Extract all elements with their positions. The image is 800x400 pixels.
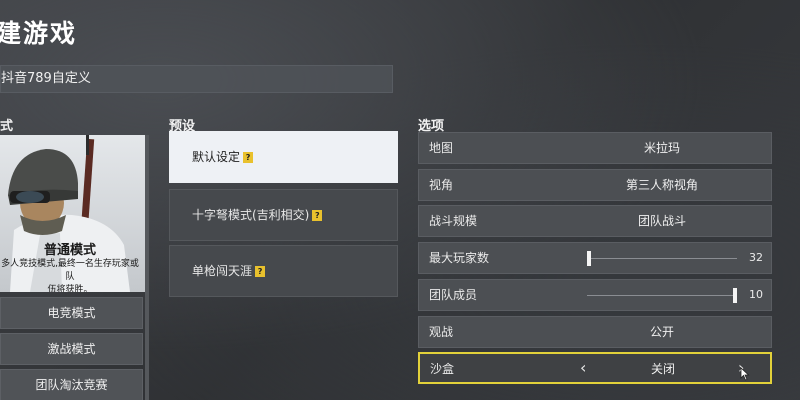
option-perspective[interactable]: 视角 第三人称视角 — [418, 169, 772, 201]
mode-card-normal[interactable]: 普通模式 多人竞技模式,最终一名生存玩家或队 伍将获胜。 — [0, 135, 145, 292]
mode-card-title: 普通模式 — [43, 243, 96, 258]
help-icon[interactable]: ? — [255, 266, 266, 277]
max-players-slider[interactable] — [587, 258, 737, 259]
option-label: 最大玩家数 — [429, 251, 490, 265]
max-players-slider-handle[interactable] — [587, 251, 591, 266]
preset-crossbow[interactable]: 十字弩模式(吉利相交)? — [169, 189, 398, 241]
mode-list-scrollbar[interactable] — [145, 135, 149, 400]
page-title: 建游戏 — [0, 19, 78, 48]
option-label: 观战 — [429, 325, 454, 339]
team-members-slider[interactable] — [587, 295, 737, 296]
mode-button-team-elimination[interactable]: 团队淘汰竞赛 — [0, 369, 143, 400]
option-battle-size[interactable]: 战斗规模 团队战斗 — [418, 205, 772, 237]
option-label: 战斗规模 — [429, 214, 478, 228]
option-team-members: 团队成员 10 — [418, 279, 772, 311]
mouse-cursor-icon — [740, 367, 750, 381]
help-icon[interactable]: ? — [312, 210, 323, 221]
preset-lone-gun[interactable]: 单枪闯天涯? — [169, 245, 398, 297]
mode-section-label: 式 — [0, 119, 14, 134]
option-value: 团队战斗 — [637, 214, 686, 228]
option-label: 地图 — [429, 141, 454, 155]
option-label: 团队成员 — [429, 288, 478, 302]
option-map[interactable]: 地图 米拉玛 — [418, 132, 772, 164]
preset-default[interactable]: 默认设定? — [169, 131, 398, 183]
option-label: 沙盒 — [430, 362, 455, 376]
option-max-players: 最大玩家数 32 — [418, 242, 772, 274]
chevron-left-icon[interactable]: ‹ — [580, 354, 586, 382]
room-name-field[interactable]: 抖音789自定义 — [0, 65, 393, 93]
team-members-slider-handle[interactable] — [733, 288, 737, 303]
team-members-value: 10 — [749, 288, 763, 301]
option-value: 第三人称视角 — [625, 178, 698, 192]
max-players-value: 32 — [749, 251, 763, 264]
option-value: 公开 — [649, 325, 674, 339]
option-label: 视角 — [429, 178, 454, 192]
mode-button-esports[interactable]: 电竞模式 — [0, 297, 143, 329]
option-value: 关闭 — [650, 362, 675, 376]
option-spectate[interactable]: 观战 公开 — [418, 316, 772, 348]
option-value: 米拉玛 — [643, 141, 680, 155]
help-icon[interactable]: ? — [243, 152, 254, 163]
mode-button-war[interactable]: 激战模式 — [0, 333, 143, 365]
option-sandbox[interactable]: 沙盒 ‹ 关闭 › — [418, 352, 772, 384]
mode-card-description: 多人竞技模式,最终一名生存玩家或队 伍将获胜。 — [1, 259, 139, 292]
